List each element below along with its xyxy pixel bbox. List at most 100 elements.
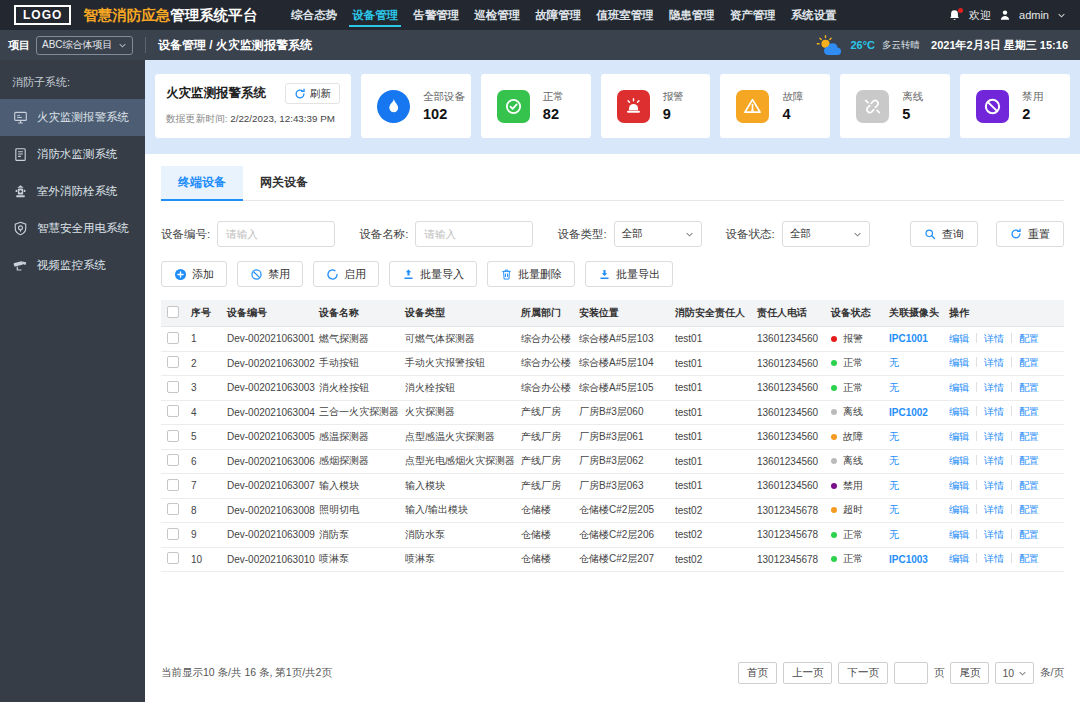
weather-desc: 多云转晴 (882, 39, 920, 52)
menu-item[interactable]: 巡检管理 (474, 0, 520, 30)
edit-link[interactable]: 编辑 (949, 504, 969, 515)
config-link[interactable]: 配置 (1019, 455, 1039, 466)
camera-link[interactable]: 无 (889, 529, 899, 540)
page-size-select[interactable]: 10 (995, 662, 1034, 684)
camera-link[interactable]: 无 (889, 357, 899, 368)
row-checkbox[interactable] (167, 503, 179, 515)
menu-item[interactable]: 告警管理 (413, 0, 459, 30)
camera-link[interactable]: 无 (889, 431, 899, 442)
detail-link[interactable]: 详情 (984, 504, 1004, 515)
row-checkbox[interactable] (167, 381, 179, 393)
select-all-checkbox[interactable] (167, 306, 179, 318)
refresh-button[interactable]: 刷新 (285, 83, 340, 104)
project-select[interactable]: ABC综合体项目 (36, 36, 133, 55)
prev-page-button[interactable]: 上一页 (783, 662, 833, 684)
row-checkbox[interactable] (167, 479, 179, 491)
detail-link[interactable]: 详情 (984, 480, 1004, 491)
cell-device-code: Dev-002021063004 (227, 407, 319, 418)
config-link[interactable]: 配置 (1019, 504, 1039, 515)
edit-link[interactable]: 编辑 (949, 480, 969, 491)
chevron-down-icon[interactable] (1057, 11, 1066, 20)
edit-link[interactable]: 编辑 (949, 333, 969, 344)
reset-button[interactable]: 重置 (996, 221, 1064, 247)
sidebar-item[interactable]: 智慧安全用电系统 (0, 210, 145, 247)
sidebar-item[interactable]: 室外消防栓系统 (0, 173, 145, 210)
action-button[interactable]: 禁用 (237, 261, 303, 287)
row-checkbox[interactable] (167, 405, 179, 417)
menu-item[interactable]: 系统设置 (791, 0, 837, 30)
row-checkbox[interactable] (167, 430, 179, 442)
detail-link[interactable]: 详情 (984, 406, 1004, 417)
menu-item[interactable]: 综合态势 (291, 0, 337, 30)
camera-link[interactable]: 无 (889, 382, 899, 393)
device-code-input[interactable] (217, 221, 335, 247)
menu-item[interactable]: 故障管理 (535, 0, 581, 30)
edit-link[interactable]: 编辑 (949, 357, 969, 368)
camera-link[interactable]: 无 (889, 480, 899, 491)
tab[interactable]: 网关设备 (243, 166, 325, 200)
row-checkbox[interactable] (167, 552, 179, 564)
edit-link[interactable]: 编辑 (949, 529, 969, 540)
config-link[interactable]: 配置 (1019, 406, 1039, 417)
detail-link[interactable]: 详情 (984, 382, 1004, 393)
sidebar-item[interactable]: 视频监控系统 (0, 247, 145, 284)
camera-link[interactable]: IPC1002 (889, 407, 928, 418)
row-checkbox[interactable] (167, 356, 179, 368)
device-type-select[interactable]: 全部 (614, 221, 702, 247)
config-link[interactable]: 配置 (1019, 431, 1039, 442)
config-link[interactable]: 配置 (1019, 529, 1039, 540)
cell-owner: test01 (675, 480, 757, 491)
detail-link[interactable]: 详情 (984, 455, 1004, 466)
username[interactable]: admin (1019, 9, 1049, 21)
cell-department: 仓储楼 (521, 503, 579, 517)
query-button[interactable]: 查询 (910, 221, 978, 247)
detail-link[interactable]: 详情 (984, 431, 1004, 442)
config-link[interactable]: 配置 (1019, 333, 1039, 344)
edit-link[interactable]: 编辑 (949, 553, 969, 564)
camera-link[interactable]: IPC1003 (889, 554, 928, 565)
action-button[interactable]: 批量删除 (487, 261, 575, 287)
edit-link[interactable]: 编辑 (949, 431, 969, 442)
detail-link[interactable]: 详情 (984, 553, 1004, 564)
row-checkbox[interactable] (167, 528, 179, 540)
config-link[interactable]: 配置 (1019, 357, 1039, 368)
last-page-button[interactable]: 尾页 (950, 662, 989, 684)
action-button[interactable]: 添加 (161, 261, 227, 287)
next-page-button[interactable]: 下一页 (838, 662, 888, 684)
notification-bell-icon[interactable] (948, 9, 961, 22)
tab[interactable]: 终端设备 (161, 166, 243, 201)
config-link[interactable]: 配置 (1019, 480, 1039, 491)
edit-link[interactable]: 编辑 (949, 406, 969, 417)
cell-operations: 编辑 详情 配置 (949, 332, 1064, 346)
action-button[interactable]: 批量导出 (585, 261, 673, 287)
cell-operations: 编辑 详情 配置 (949, 552, 1064, 566)
menu-item[interactable]: 隐患管理 (669, 0, 715, 30)
camera-link[interactable]: 无 (889, 455, 899, 466)
app: LOGO 智慧消防应急管理系统平台 综合态势设备管理告警管理巡检管理故障管理值班… (0, 0, 1080, 702)
stat-cards: 全部设备102 正常82 报警9 (361, 74, 1070, 138)
config-link[interactable]: 配置 (1019, 382, 1039, 393)
detail-link[interactable]: 详情 (984, 357, 1004, 368)
cell-device-type: 火灾探测器 (405, 405, 521, 419)
status-dot (831, 409, 837, 415)
edit-link[interactable]: 编辑 (949, 455, 969, 466)
sidebar-item[interactable]: 火灾监测报警系统 (0, 99, 145, 136)
action-button[interactable]: 批量导入 (389, 261, 477, 287)
sidebar-item[interactable]: 消防水监测系统 (0, 136, 145, 173)
detail-link[interactable]: 详情 (984, 529, 1004, 540)
device-name-input[interactable] (415, 221, 533, 247)
row-checkbox[interactable] (167, 454, 179, 466)
menu-item[interactable]: 设备管理 (352, 0, 398, 30)
camera-link[interactable]: 无 (889, 504, 899, 515)
row-checkbox[interactable] (167, 332, 179, 344)
edit-link[interactable]: 编辑 (949, 382, 969, 393)
menu-item[interactable]: 值班室管理 (596, 0, 654, 30)
page-input[interactable] (894, 662, 928, 684)
first-page-button[interactable]: 首页 (738, 662, 777, 684)
camera-link[interactable]: IPC1001 (889, 333, 928, 344)
device-status-select[interactable]: 全部 (782, 221, 870, 247)
detail-link[interactable]: 详情 (984, 333, 1004, 344)
action-button[interactable]: 启用 (313, 261, 379, 287)
menu-item[interactable]: 资产管理 (730, 0, 776, 30)
config-link[interactable]: 配置 (1019, 553, 1039, 564)
